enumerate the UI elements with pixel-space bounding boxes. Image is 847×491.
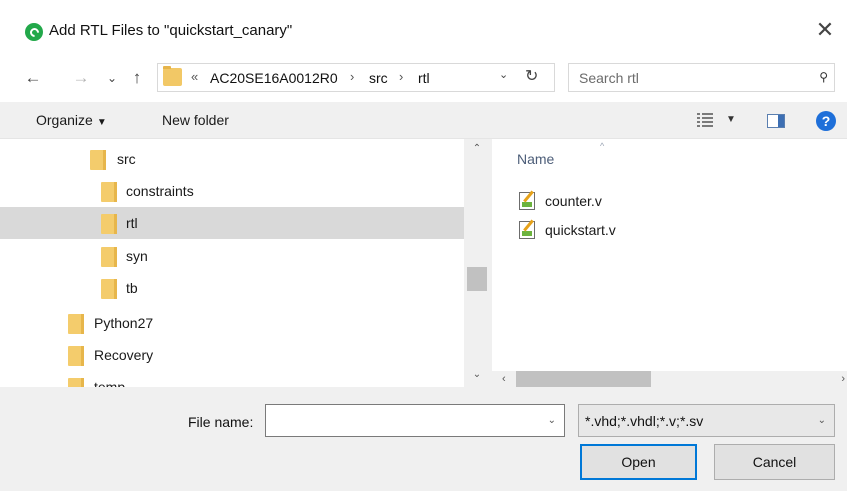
scroll-up-chevron-icon[interactable]: ⌃ bbox=[464, 143, 490, 154]
title-bar: Add RTL Files to "quickstart_canary" ✕ bbox=[0, 0, 847, 62]
file-name-label: counter.v bbox=[545, 193, 602, 209]
address-dropdown-chevron-icon[interactable]: ⌄ bbox=[499, 68, 508, 81]
dialog-footer: File name: ⌄ *.vhd;*.vhdl;*.v;*.sv ⌄ Ope… bbox=[0, 387, 847, 491]
cancel-button[interactable]: Cancel bbox=[714, 444, 835, 480]
file-type-filter-select[interactable]: *.vhd;*.vhdl;*.v;*.sv ⌄ bbox=[578, 404, 835, 437]
file-name-label: File name: bbox=[188, 414, 254, 430]
filter-dropdown-chevron-icon[interactable]: ⌄ bbox=[818, 415, 826, 426]
file-list: ^ Name counter.v quickstart.v bbox=[492, 139, 847, 371]
window-title: Add RTL Files to "quickstart_canary" bbox=[49, 22, 293, 39]
file-name-dropdown-chevron-icon[interactable]: ⌄ bbox=[548, 415, 556, 426]
verilog-file-icon bbox=[519, 192, 535, 210]
caret-down-icon: ▼ bbox=[96, 117, 107, 128]
tree-item-label: constraints bbox=[126, 183, 194, 199]
new-folder-button[interactable]: New folder bbox=[162, 112, 229, 128]
file-name-input[interactable] bbox=[272, 412, 532, 430]
file-list-horizontal-scrollbar[interactable]: ‹ › bbox=[492, 371, 847, 387]
tree-item-syn[interactable]: syn bbox=[0, 240, 464, 272]
open-button[interactable]: Open bbox=[580, 444, 697, 480]
navigation-tree: src constraints rtl syn tb Python27 Reco… bbox=[0, 139, 490, 387]
tree-vertical-scrollbar[interactable]: ⌃ ⌄ bbox=[464, 139, 490, 387]
tree-item-constraints[interactable]: constraints bbox=[0, 175, 464, 207]
folder-icon bbox=[163, 66, 182, 86]
tree-item-label: Recovery bbox=[94, 347, 154, 363]
folder-icon bbox=[68, 314, 84, 334]
search-box[interactable]: ⚲ bbox=[568, 63, 835, 92]
folder-icon bbox=[90, 150, 106, 170]
scrollbar-thumb[interactable] bbox=[467, 267, 487, 291]
tree-item-rtl[interactable]: rtl bbox=[0, 207, 464, 239]
file-name-combobox[interactable]: ⌄ bbox=[265, 404, 565, 437]
file-item-counter[interactable]: counter.v bbox=[517, 189, 717, 213]
folder-icon bbox=[101, 182, 117, 202]
tree-item-recovery[interactable]: Recovery bbox=[0, 339, 464, 371]
breadcrumb-separator-icon[interactable]: › bbox=[350, 69, 354, 84]
recent-locations-chevron-icon[interactable]: ⌄ bbox=[101, 66, 123, 90]
scroll-right-chevron-icon[interactable]: › bbox=[841, 371, 845, 387]
scrollbar-thumb[interactable] bbox=[516, 371, 651, 387]
folder-icon bbox=[68, 346, 84, 366]
tree-item-label: Python27 bbox=[94, 315, 154, 331]
navigation-bar: ← → ⌄ ↑ « AC20SE16A0012R0 › src › rtl ⌄ … bbox=[0, 60, 847, 96]
up-arrow-icon[interactable]: ↑ bbox=[126, 66, 148, 90]
organize-label: Organize bbox=[36, 112, 93, 128]
refresh-icon[interactable]: ↻ bbox=[525, 66, 538, 86]
app-icon bbox=[25, 23, 43, 41]
tree-item-src[interactable]: src bbox=[0, 143, 464, 175]
scroll-left-chevron-icon[interactable]: ‹ bbox=[502, 371, 506, 387]
scroll-down-chevron-icon[interactable]: ⌄ bbox=[464, 369, 490, 380]
tree-item-label: syn bbox=[126, 248, 148, 264]
help-icon[interactable]: ? bbox=[816, 111, 836, 131]
breadcrumb-rtl[interactable]: rtl bbox=[418, 70, 430, 86]
verilog-file-icon bbox=[519, 221, 535, 239]
tree-item-temp[interactable]: temp bbox=[0, 371, 464, 387]
back-arrow-icon[interactable]: ← bbox=[22, 66, 44, 90]
organize-button[interactable]: Organize ▼ bbox=[36, 112, 107, 128]
breadcrumb-overflow-icon[interactable]: « bbox=[191, 69, 198, 84]
tree-item-label: src bbox=[117, 151, 136, 167]
file-name-label: quickstart.v bbox=[545, 222, 616, 238]
view-options-caret-icon[interactable]: ▼ bbox=[726, 114, 736, 125]
tree-item-tb[interactable]: tb bbox=[0, 272, 464, 304]
forward-arrow-icon[interactable]: → bbox=[70, 66, 92, 90]
command-toolbar: Organize ▼ New folder ▼ ? bbox=[0, 102, 847, 139]
folder-icon bbox=[101, 247, 117, 267]
tree-item-python27[interactable]: Python27 bbox=[0, 307, 464, 339]
preview-pane-icon[interactable] bbox=[767, 114, 785, 128]
search-icon[interactable]: ⚲ bbox=[819, 70, 828, 84]
file-type-filter-value: *.vhd;*.vhdl;*.v;*.sv bbox=[585, 413, 704, 429]
folder-icon bbox=[101, 279, 117, 299]
file-item-quickstart[interactable]: quickstart.v bbox=[517, 218, 717, 242]
name-column-header[interactable]: Name bbox=[517, 151, 554, 167]
breadcrumb-separator-icon[interactable]: › bbox=[399, 69, 403, 84]
tree-item-label: rtl bbox=[126, 215, 138, 231]
search-input[interactable] bbox=[579, 69, 799, 87]
sort-ascending-icon: ^ bbox=[600, 141, 605, 151]
change-view-icon[interactable] bbox=[697, 113, 713, 127]
breadcrumb-root[interactable]: AC20SE16A0012R0 bbox=[210, 70, 338, 86]
tree-item-label: tb bbox=[126, 280, 138, 296]
address-bar[interactable]: « AC20SE16A0012R0 › src › rtl bbox=[157, 63, 555, 92]
folder-icon bbox=[68, 378, 84, 387]
breadcrumb-src[interactable]: src bbox=[369, 70, 388, 86]
close-icon[interactable]: ✕ bbox=[811, 16, 839, 44]
tree-item-label: temp bbox=[94, 379, 126, 387]
folder-icon bbox=[101, 214, 117, 234]
